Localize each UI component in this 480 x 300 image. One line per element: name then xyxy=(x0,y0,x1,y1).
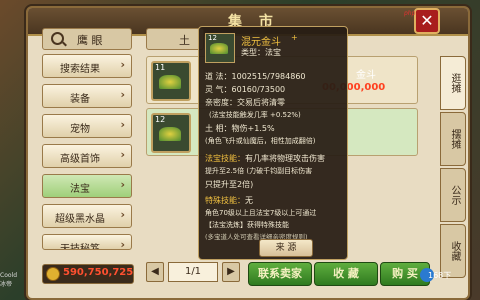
category-label: 宠物 xyxy=(70,124,90,135)
category-label: 装备 xyxy=(70,94,90,105)
chevron-right-icon: › xyxy=(120,178,125,191)
category-artifact[interactable]: 法宝 › xyxy=(42,174,132,198)
category-label: 搜索结果 xyxy=(60,64,100,75)
tooltip-skill-title: 法宝技能： xyxy=(205,154,245,163)
chevron-right-icon: › xyxy=(120,58,125,71)
tooltip-special-line: 角色70级以上且法宝7级以上可通过 xyxy=(205,209,317,217)
category-label: 法宝 xyxy=(70,184,90,195)
tooltip-line: 道 法：1002515/7984860 xyxy=(205,72,306,81)
tooltip-item-name-suffix: + xyxy=(291,33,298,42)
item-slot: 12 xyxy=(151,113,191,153)
category-black-crystal[interactable]: 超级黑水晶 › xyxy=(42,204,132,228)
category-jewelry[interactable]: 高级首饰 › xyxy=(42,144,132,168)
search-header[interactable]: 鹰 眼 xyxy=(42,28,132,50)
chevron-right-icon: › xyxy=(120,148,125,161)
item-level: 12 xyxy=(208,34,217,42)
tab-browse[interactable]: 逛摊 xyxy=(440,56,466,110)
pager: ◀ 1/1 ▶ xyxy=(146,262,242,282)
tooltip-line: (法宝技能触发几率 +0.52%) xyxy=(209,111,301,119)
search-header-label: 鹰 眼 xyxy=(77,34,103,47)
tooltip-special-line: 【法宝洗炼】获得特殊技能 xyxy=(205,221,289,229)
category-search-results[interactable]: 搜索结果 › xyxy=(42,54,132,78)
chevron-right-icon: › xyxy=(120,118,125,131)
category-sidebar: 鹰 眼 搜索结果 › 装备 › 宠物 › 高级首饰 › 法宝 › 超级黑水晶 › 天技秘笈 › xyxy=(42,28,132,264)
chevron-right-icon: › xyxy=(120,238,125,250)
contact-seller-button[interactable]: 联系卖家 xyxy=(248,262,312,286)
tooltip-item-slot: 12 xyxy=(205,33,235,63)
tooltip-special-value: 无 xyxy=(245,196,253,205)
artifact-icon xyxy=(159,127,181,141)
source-button[interactable]: 来 源 xyxy=(259,239,313,257)
listing-name: 金斗 xyxy=(356,70,376,81)
chevron-right-icon: › xyxy=(120,88,125,101)
artifact-icon xyxy=(159,75,181,89)
search-icon xyxy=(51,32,64,45)
chat-line: Coold xyxy=(0,272,18,279)
page-indicator: 1/1 xyxy=(168,262,218,282)
tooltip-line: 土 相：物伤+1.5% xyxy=(205,124,275,133)
category-equipment[interactable]: 装备 › xyxy=(42,84,132,108)
tooltip-special-title: 特殊技能： xyxy=(205,196,245,205)
php-watermark: php xyxy=(404,10,416,17)
tooltip-type: 类型：法宝 xyxy=(241,48,281,57)
list-header-label: 土 xyxy=(179,34,190,47)
close-button[interactable]: ✕ xyxy=(414,8,440,34)
next-page-button[interactable]: ▶ xyxy=(222,262,240,282)
tab-stall[interactable]: 摆摊 xyxy=(440,112,466,166)
category-label: 超级黑水晶 xyxy=(55,214,105,225)
tab-announce[interactable]: 公示 xyxy=(440,168,466,222)
gold-balance: 590,750,725 xyxy=(42,264,134,284)
coin-icon xyxy=(46,267,60,281)
list-header: 土 xyxy=(146,28,204,50)
item-level: 12 xyxy=(155,115,166,124)
artifact-icon xyxy=(210,43,228,54)
tooltip-line: (角色飞升或仙魔后，相性加成翻倍) xyxy=(205,137,316,145)
chat-snippet: Coold 冰帝 xyxy=(0,272,26,300)
chevron-right-icon: › xyxy=(120,208,125,221)
tooltip-item-name: 混元金斗 xyxy=(241,37,281,48)
chat-line: 冰帝 xyxy=(0,281,13,288)
item-tooltip: 12 混元金斗 + 类型：法宝 道 法：1002515/7984860 灵 气：… xyxy=(198,26,348,260)
watermark-text: 168下 xyxy=(428,271,452,280)
tooltip-line: 灵 气：60160/73500 xyxy=(205,85,286,94)
prev-page-button[interactable]: ◀ xyxy=(146,262,164,282)
tooltip-line: 亲密度：交易后将清零 xyxy=(205,98,285,107)
item-slot: 11 xyxy=(151,61,191,101)
tooltip-skill-line: 有几率将物理攻击伤害 xyxy=(245,154,325,163)
item-level: 11 xyxy=(155,63,166,72)
favorite-button[interactable]: 收 藏 xyxy=(314,262,378,286)
tooltip-skill-line: 提升至2.5倍 (力破千钧副目标伤害 xyxy=(205,167,313,175)
tooltip-skill-line: 只提升至2倍) xyxy=(205,180,254,189)
category-label: 天技秘笈 xyxy=(60,244,100,250)
close-icon: ✕ xyxy=(420,11,434,30)
category-pets[interactable]: 宠物 › xyxy=(42,114,132,138)
category-skill-books[interactable]: 天技秘笈 › xyxy=(42,234,132,250)
gold-value: 590,750,725 xyxy=(63,267,134,278)
category-label: 高级首饰 xyxy=(60,154,100,165)
